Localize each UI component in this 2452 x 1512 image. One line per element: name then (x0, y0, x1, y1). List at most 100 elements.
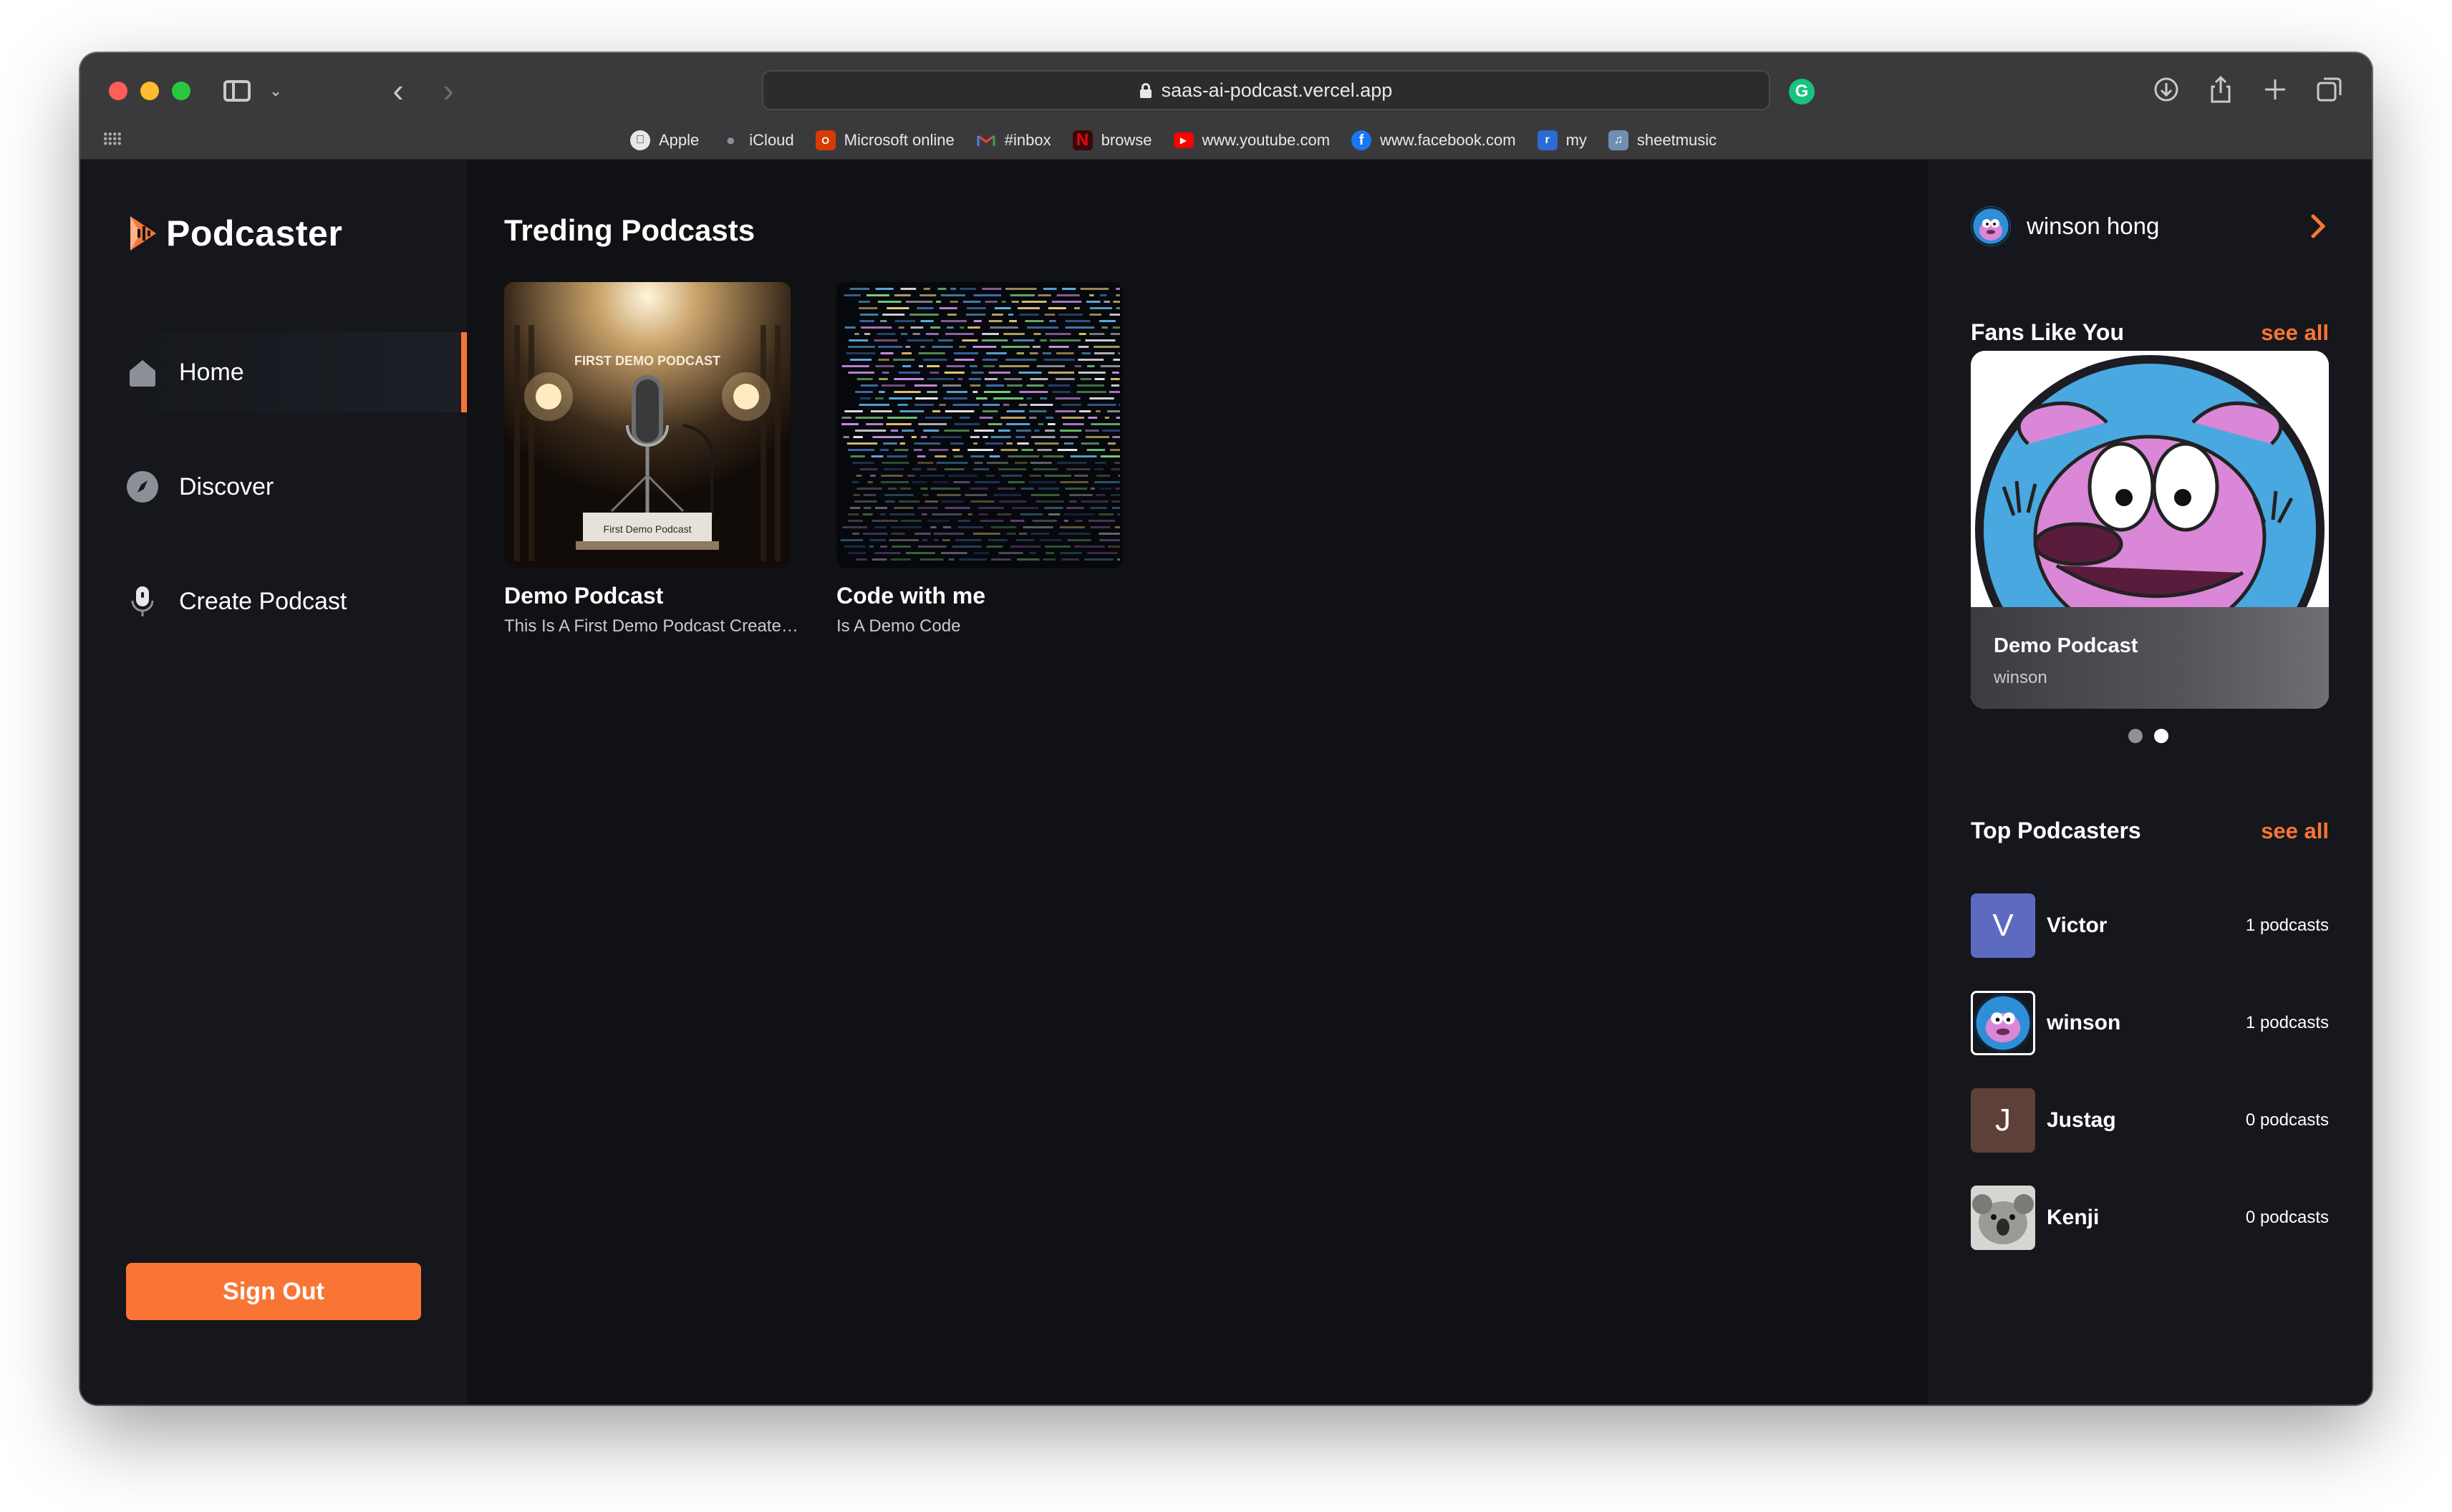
bookmark-microsoft-online[interactable]: O Microsoft online (815, 130, 955, 150)
podcaster-row[interactable]: winson 1 podcasts (1971, 991, 2329, 1055)
podcast-description: Is A Demo Code (836, 616, 961, 636)
bookmark-inbox[interactable]: #inbox (976, 130, 1051, 150)
left-sidebar: Podcaster Home Discover Create Podcast S… (80, 160, 467, 1405)
sidebar-toggle-icon[interactable] (221, 77, 254, 105)
bookmark-label: Microsoft online (844, 131, 955, 149)
bookmark-sheetmusic[interactable]: ♫ sheetmusic (1608, 130, 1717, 150)
bookmark-youtube[interactable]: ▶ www.youtube.com (1173, 131, 1331, 150)
fans-see-all-link[interactable]: see all (2261, 320, 2329, 346)
svg-text:First Demo Podcast: First Demo Podcast (604, 523, 692, 535)
bookmark-apple[interactable]:  Apple (630, 130, 699, 150)
bookmark-icloud[interactable]: ● iCloud (720, 130, 794, 150)
avatar (1971, 991, 2035, 1055)
compass-icon (126, 470, 159, 503)
bookmark-facebook[interactable]: f www.facebook.com (1351, 130, 1516, 150)
podcaster-name: Kenji (2047, 1206, 2100, 1229)
podcaster-row[interactable]: J Justag 0 podcasts (1971, 1088, 2329, 1153)
brand-logo-link[interactable]: Podcaster (126, 212, 342, 255)
bookmark-label: browse (1101, 131, 1152, 149)
sheetmusic-icon: ♫ (1608, 130, 1628, 150)
nav-create-podcast[interactable]: Create Podcast (80, 561, 467, 641)
user-profile-link[interactable]: winson hong (1971, 205, 2329, 248)
podcast-count: 0 podcasts (2245, 1110, 2329, 1130)
top-podcasters-see-all-link[interactable]: see all (2261, 818, 2329, 844)
podcast-count: 0 podcasts (2245, 1208, 2329, 1227)
youtube-icon: ▶ (1173, 132, 1194, 148)
apple-icon:  (630, 130, 650, 150)
bookmark-label: www.youtube.com (1202, 131, 1331, 149)
fans-like-you-header: Fans Like You see all (1971, 319, 2329, 346)
share-icon[interactable] (2206, 74, 2236, 105)
bookmark-label: #inbox (1004, 131, 1051, 149)
podcast-count: 1 podcasts (2245, 916, 2329, 935)
bookmark-label: sheetmusic (1636, 131, 1717, 149)
podcaster-app: Podcaster Home Discover Create Podcast S… (80, 160, 2372, 1405)
code-screen-image (836, 282, 1123, 568)
bookmark-label: iCloud (749, 131, 794, 149)
avatar: J (1971, 1088, 2035, 1153)
nav-discover-label: Discover (179, 472, 274, 500)
address-bar[interactable]: saas-ai-podcast.vercel.app (762, 70, 1770, 110)
url-text: saas-ai-podcast.vercel.app (1161, 79, 1393, 101)
browser-window: ⌄ ‹ › saas-ai-podcast.vercel.app G  (80, 53, 2372, 1405)
grammarly-extension-icon[interactable]: G (1789, 79, 1815, 105)
tab-overview-icon[interactable] (2315, 74, 2345, 105)
main-content: Treding Podcasts FIRST DEMO PODCAST Firs… (467, 160, 1928, 1405)
new-tab-icon[interactable] (2260, 74, 2290, 105)
chevron-right-icon (2311, 214, 2326, 238)
podcaster-name: Justag (2047, 1108, 2116, 1132)
avatar (1971, 206, 2011, 246)
microphone-icon (126, 585, 159, 618)
podcast-description: This Is A First Demo Podcast Created ... (504, 616, 805, 636)
featured-podcast-title: Demo Podcast (1994, 634, 2138, 657)
featured-podcast-info: Demo Podcast winson (1971, 607, 2329, 709)
download-icon[interactable] (2151, 74, 2181, 105)
nav-create-label: Create Podcast (179, 587, 347, 615)
featured-podcast-card[interactable]: Demo Podcast winson (1971, 351, 2329, 709)
fans-like-you-title: Fans Like You (1971, 319, 2124, 345)
nav-home[interactable]: Home (80, 332, 467, 412)
bookmark-my[interactable]: r my (1537, 130, 1587, 150)
bookmark-label: www.facebook.com (1380, 131, 1516, 149)
podcast-card[interactable]: FIRST DEMO PODCAST First Demo Podcast De… (504, 282, 805, 636)
podcaster-name: Victor (2047, 914, 2108, 937)
window-controls (109, 82, 190, 100)
avatar: V (1971, 893, 2035, 958)
apps-grid-icon[interactable] (103, 132, 122, 146)
brand-name: Podcaster (166, 213, 343, 253)
gmail-icon (976, 130, 996, 150)
podcaster-row[interactable]: V Victor 1 podcasts (1971, 893, 2329, 958)
bookmark-label: Apple (659, 131, 700, 149)
top-podcasters-title: Top Podcasters (1971, 818, 2141, 843)
zoom-window-button[interactable] (172, 82, 190, 100)
carousel-dot[interactable] (2154, 729, 2168, 743)
sign-out-button[interactable]: Sign Out (126, 1263, 421, 1320)
carousel-dots (2128, 729, 2168, 743)
microphone-stage-image: FIRST DEMO PODCAST First Demo Podcast (504, 282, 791, 568)
podcaster-name: winson (2047, 1011, 2121, 1034)
close-window-button[interactable] (109, 82, 127, 100)
svg-text:FIRST DEMO PODCAST: FIRST DEMO PODCAST (574, 354, 720, 368)
apple-icon: ● (725, 131, 735, 149)
facebook-icon: f (1351, 130, 1372, 150)
forward-arrow-icon[interactable]: › (434, 72, 463, 109)
nav-home-label: Home (179, 358, 244, 386)
right-sidebar: winson hong Fans Like You see all Demo P… (1928, 160, 2372, 1405)
user-name: winson hong (2027, 213, 2160, 239)
podcast-card[interactable]: Code with me Is A Demo Code (836, 282, 1126, 636)
podcaster-row[interactable]: Kenji 0 podcasts (1971, 1186, 2329, 1250)
podcast-title: Demo Podcast (504, 583, 664, 609)
podcaster-logo-icon (130, 216, 156, 251)
minimize-window-button[interactable] (140, 82, 159, 100)
trending-podcasts-title: Treding Podcasts (504, 213, 756, 247)
top-podcasters-header: Top Podcasters see all (1971, 818, 2329, 844)
nav-discover[interactable]: Discover (80, 447, 467, 527)
bookmark-browse[interactable]: N browse (1072, 130, 1152, 150)
podcast-count: 1 podcasts (2245, 1013, 2329, 1032)
lock-icon (1139, 83, 1152, 98)
carousel-dot[interactable] (2128, 729, 2143, 743)
back-arrow-icon[interactable]: ‹ (384, 72, 412, 109)
chevron-down-icon[interactable]: ⌄ (265, 79, 286, 103)
browser-toolbar: ⌄ ‹ › saas-ai-podcast.vercel.app G  (80, 53, 2372, 160)
podcast-title: Code with me (836, 583, 986, 609)
